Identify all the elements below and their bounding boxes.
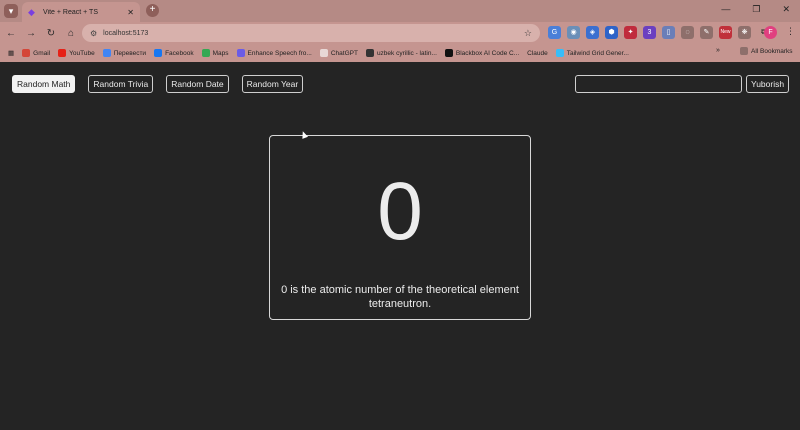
maps-icon: [201, 49, 210, 57]
bookmark-tailwind[interactable]: Tailwind Grid Gener...: [555, 49, 629, 57]
bookmark-uzbek[interactable]: uzbek cyrillic - latin...: [365, 49, 437, 57]
site-info-icon[interactable]: ⚙: [90, 29, 97, 38]
bookmark-blackbox[interactable]: Blackbox AI Code C...: [444, 49, 519, 57]
back-icon[interactable]: ←: [2, 28, 20, 39]
fact-card: 0 0 is the atomic number of the theoreti…: [269, 135, 531, 320]
bookmark-star-icon[interactable]: ☆: [524, 28, 532, 39]
random-year-button[interactable]: Random Year: [241, 75, 304, 93]
youtube-icon: [58, 49, 67, 57]
bookmark-gmail[interactable]: Gmail: [22, 49, 50, 57]
extension-icon[interactable]: ✦: [624, 26, 637, 39]
gmail-icon: [22, 49, 31, 57]
random-date-button[interactable]: Random Date: [166, 75, 229, 93]
home-icon[interactable]: ⌂: [62, 28, 80, 39]
random-trivia-button[interactable]: Random Trivia: [88, 75, 154, 93]
menu-icon[interactable]: ⋮: [786, 26, 795, 37]
more-bookmarks-icon[interactable]: »: [716, 47, 720, 54]
random-math-button[interactable]: Random Math: [12, 75, 76, 93]
extension-icon[interactable]: ▯: [662, 26, 675, 39]
chatgpt-icon: [319, 49, 328, 57]
reload-icon[interactable]: ↻: [42, 28, 60, 39]
extension-icon[interactable]: ◈: [586, 26, 599, 39]
extension-icon[interactable]: ◌: [681, 26, 694, 39]
enhance-speech-icon: [236, 49, 245, 57]
extension-badge-icon[interactable]: 3: [643, 26, 656, 39]
translate-extension-icon[interactable]: G: [548, 26, 561, 39]
app-page: Random Math Random Trivia Random Date Ra…: [0, 62, 800, 430]
extension-icon[interactable]: ⬢: [605, 26, 618, 39]
new-extension-icon[interactable]: New: [719, 26, 732, 39]
bookmarks-bar: ▦ Gmail YouTube Перевести Facebook Maps …: [0, 44, 800, 62]
bookmark-youtube[interactable]: YouTube: [58, 49, 95, 57]
all-bookmarks[interactable]: All Bookmarks: [740, 47, 793, 55]
vite-favicon-icon: ◆: [28, 6, 35, 17]
apps-grid-icon[interactable]: ▦: [8, 49, 14, 57]
bookmark-maps[interactable]: Maps: [201, 49, 229, 57]
tab-bar: ▾ ◆ Vite + React + TS ✕ + — ❐ ✕: [0, 0, 800, 22]
extension-icon[interactable]: ◉: [567, 26, 580, 39]
url-text: localhost:5173: [103, 29, 149, 37]
bookmark-enhance-speech[interactable]: Enhance Speech fro...: [236, 49, 312, 57]
minimize-icon[interactable]: —: [721, 4, 730, 15]
tab-search-icon[interactable]: ▾: [4, 4, 18, 18]
close-window-icon[interactable]: ✕: [782, 4, 790, 15]
tab-close-icon[interactable]: ✕: [127, 8, 134, 17]
fact-number: 0: [377, 166, 423, 257]
forward-icon[interactable]: →: [22, 28, 40, 39]
submit-button[interactable]: Yuborish: [746, 75, 790, 93]
tailwind-icon: [555, 49, 564, 57]
fact-text: 0 is the atomic number of the theoretica…: [281, 284, 519, 310]
tab-vite[interactable]: ◆ Vite + React + TS ✕: [22, 2, 140, 22]
bookmark-claude[interactable]: Claude: [527, 50, 548, 57]
bookmark-facebook[interactable]: Facebook: [154, 49, 194, 57]
bookmark-chatgpt[interactable]: ChatGPT: [319, 49, 358, 57]
globe-icon: [365, 49, 374, 57]
bookmark-translate[interactable]: Перевести: [102, 49, 146, 57]
pen-extension-icon[interactable]: ✎: [700, 26, 713, 39]
window-controls: — ❐ ✕: [721, 4, 790, 15]
folder-icon: [740, 47, 748, 55]
profile-avatar[interactable]: F: [764, 26, 777, 39]
extensions-row: G ◉ ◈ ⬢ ✦ 3 ▯ ◌ ✎ New ❋ ⧉: [548, 26, 770, 39]
extension-icon[interactable]: ❋: [738, 26, 751, 39]
address-bar[interactable]: ⚙ localhost:5173 ☆: [82, 24, 540, 42]
facebook-icon: [154, 49, 163, 57]
restore-icon[interactable]: ❐: [752, 4, 760, 15]
number-input[interactable]: [575, 75, 742, 93]
random-nav: Random Math Random Trivia Random Date Ra…: [12, 75, 304, 93]
blackbox-icon: [444, 49, 453, 57]
translate-icon: [102, 49, 111, 57]
new-tab-icon[interactable]: +: [146, 4, 159, 17]
tab-title: Vite + React + TS: [43, 8, 98, 16]
browser-toolbar: ← → ↻ ⌂ ⚙ localhost:5173 ☆ G ◉ ◈ ⬢ ✦ 3 ▯…: [0, 22, 800, 44]
